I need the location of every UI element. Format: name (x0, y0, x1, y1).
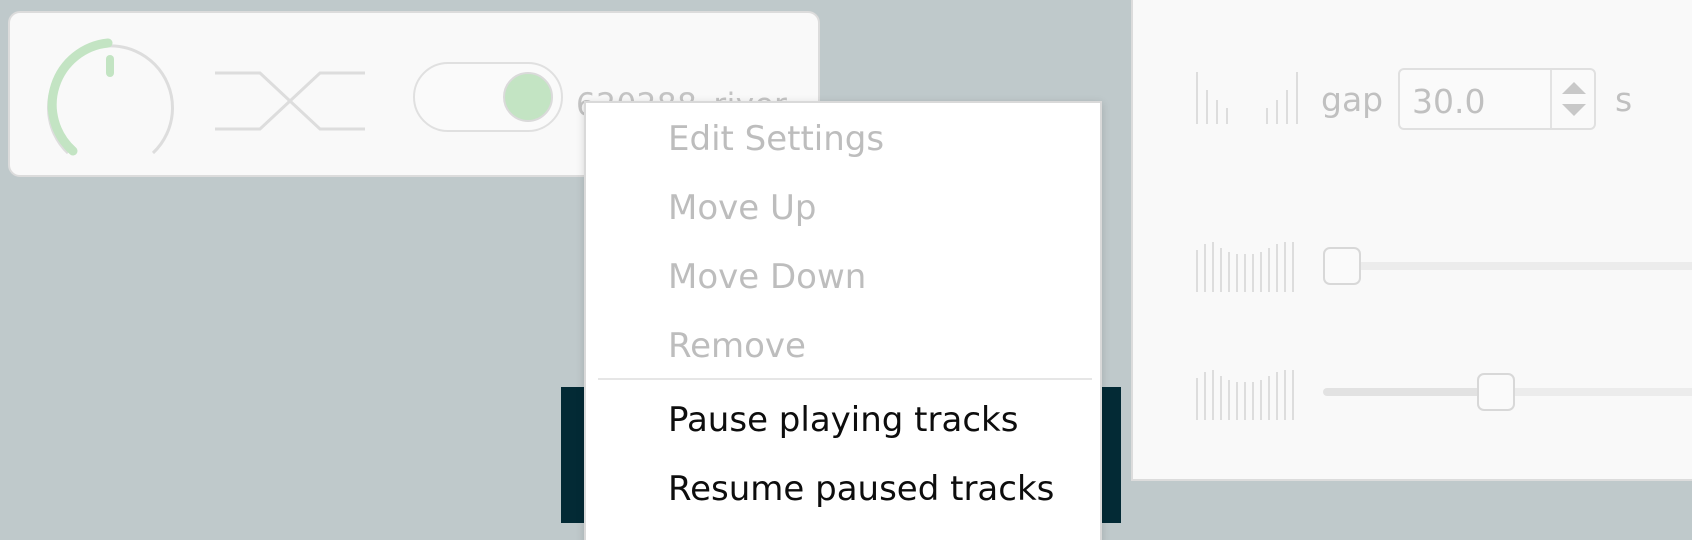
stepper-down-icon[interactable] (1562, 104, 1586, 116)
slider-1-track[interactable] (1323, 262, 1692, 270)
gap-stepper[interactable] (1550, 70, 1594, 128)
gap-value: 30.0 (1412, 82, 1486, 121)
slider-1-thumb[interactable] (1323, 247, 1361, 285)
menu-separator (598, 378, 1092, 380)
rising-bars-icon[interactable] (1263, 70, 1303, 126)
menu-item-move-up: Move Up (668, 188, 817, 228)
gap-input[interactable]: 30.0 (1398, 68, 1596, 130)
gap-label: gap (1321, 80, 1384, 119)
slider-2-thumb[interactable] (1477, 373, 1515, 411)
menu-item-remove: Remove (668, 326, 806, 366)
gap-unit: s (1615, 80, 1633, 119)
menu-item-pause-playing[interactable]: Pause playing tracks (668, 400, 1018, 440)
menu-item-edit-settings: Edit Settings (668, 119, 885, 159)
menu-item-resume-paused[interactable]: Resume paused tracks (668, 469, 1054, 509)
context-menu: Edit Settings Move Up Move Down Remove P… (584, 101, 1102, 540)
toggle-thumb (503, 72, 553, 122)
crossfade-icon[interactable] (215, 61, 365, 141)
dense-bars-icon (1196, 242, 1294, 292)
track-toggle[interactable] (413, 62, 563, 132)
sparse-bars-icon[interactable] (1193, 70, 1233, 126)
stepper-up-icon[interactable] (1562, 82, 1586, 94)
settings-panel: gap 30.0 s (1131, 0, 1692, 481)
menu-item-move-down: Move Down (668, 257, 867, 297)
volume-knob[interactable] (38, 31, 178, 161)
dense-bars-icon-2 (1196, 370, 1294, 420)
